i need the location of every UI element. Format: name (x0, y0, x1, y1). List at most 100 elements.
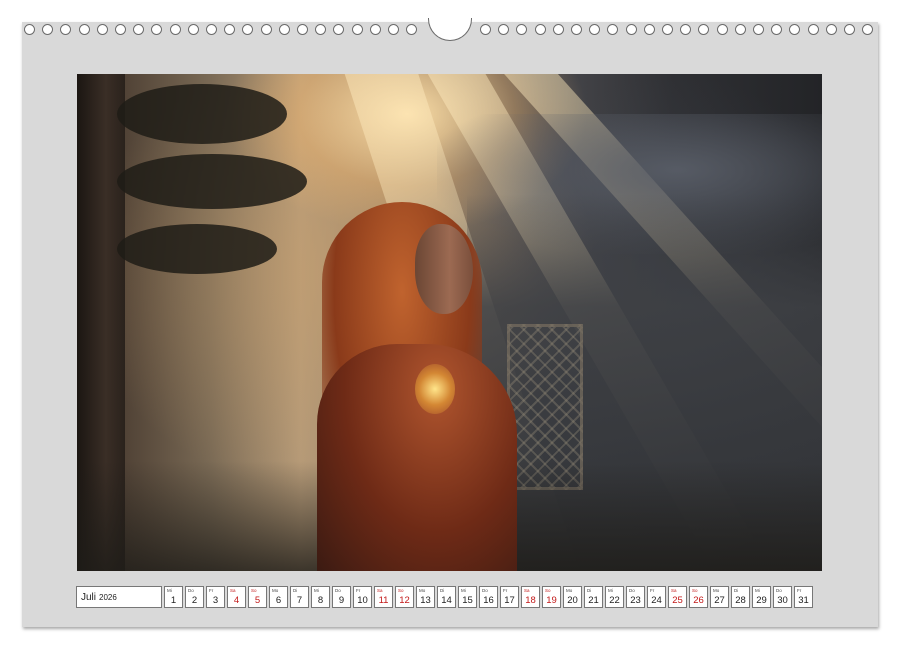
day-number: 14 (441, 595, 452, 606)
wire-binding-hole-icon (734, 24, 746, 35)
wire-binding-hole-icon (807, 24, 819, 35)
wire-binding-hole-icon (42, 24, 54, 35)
wire-binding-hole-icon (351, 24, 363, 35)
day-cell: Do 2 (185, 586, 204, 608)
day-number: 7 (296, 595, 303, 606)
wire-binding-hole-icon (278, 24, 290, 35)
wire-binding-hole-icon (498, 24, 510, 35)
day-number: 18 (525, 595, 536, 606)
weekday-label: Do (776, 588, 782, 593)
weekday-label: Di (734, 588, 739, 593)
wire-binding-hole-icon (96, 24, 108, 35)
day-number: 28 (735, 595, 746, 606)
weekday-label: Mi (461, 588, 466, 593)
day-number: 22 (609, 595, 620, 606)
wire-binding-hole-icon (862, 24, 874, 35)
month-label-box: Juli 2026 (76, 586, 162, 608)
wire-binding-hole-icon (224, 24, 236, 35)
day-number: 19 (546, 595, 557, 606)
day-cell: Sa 25 (668, 586, 687, 608)
weekday-label: Sa (524, 588, 530, 593)
weekday-label: Fr (650, 588, 655, 593)
day-number: 29 (756, 595, 767, 606)
wire-binding-hole-icon (480, 24, 491, 35)
day-number: 23 (630, 595, 641, 606)
wire-binding-hole-icon (680, 24, 692, 35)
day-cell: Mo 13 (416, 586, 435, 608)
wire-binding-hole-icon (716, 24, 728, 35)
day-number: 3 (212, 595, 219, 606)
wire-binding-hole-icon (60, 24, 72, 35)
day-cell: Di 28 (731, 586, 750, 608)
day-number: 26 (693, 595, 704, 606)
pine-bough (117, 154, 307, 209)
day-number: 4 (233, 595, 240, 606)
wire-binding-hole-icon (607, 24, 619, 35)
day-number: 15 (462, 595, 473, 606)
day-number: 20 (567, 595, 578, 606)
wire-binding-hole-icon (534, 24, 546, 35)
day-cell: Mo 20 (563, 586, 582, 608)
day-cell: Mi 29 (752, 586, 771, 608)
wire-binding-hole-icon (388, 24, 399, 35)
wire-binding-hole-icon (206, 24, 217, 35)
weekday-label: Mi (314, 588, 319, 593)
day-cell: Di 7 (290, 586, 309, 608)
weekday-label: Di (440, 588, 445, 593)
weekday-label: Do (335, 588, 341, 593)
wire-binding-hole-icon (78, 24, 90, 35)
wire-binding-hole-icon (242, 24, 254, 35)
weekday-label: Mo (566, 588, 573, 593)
day-cell: Mo 6 (269, 586, 288, 608)
weekday-label: So (692, 588, 698, 593)
day-cell: Fr 24 (647, 586, 666, 608)
weekday-label: Fr (503, 588, 508, 593)
day-number: 10 (357, 595, 368, 606)
day-cell: Fr 31 (794, 586, 813, 608)
day-cell: Sa 4 (227, 586, 246, 608)
day-number: 5 (254, 595, 261, 606)
weekday-label: So (398, 588, 404, 593)
wire-binding-hole-icon (297, 24, 308, 35)
day-number: 30 (777, 595, 788, 606)
day-cell: So 12 (395, 586, 414, 608)
amulet-glow (415, 364, 455, 414)
weekday-label: Fr (797, 588, 802, 593)
wire-binding-hole-icon (698, 24, 710, 35)
wire-binding-hole-icon (133, 24, 145, 35)
day-number: 1 (170, 595, 177, 606)
day-cell: Fr 10 (353, 586, 372, 608)
weekday-label: Do (629, 588, 635, 593)
weekday-label: Mi (608, 588, 613, 593)
wire-binding-hole-icon (169, 24, 181, 35)
weekday-label: Mo (272, 588, 279, 593)
wire-binding-hole-icon (589, 24, 601, 35)
weekday-label: Sa (671, 588, 677, 593)
wire-binding-hole-icon (753, 24, 764, 35)
day-number: 21 (588, 595, 599, 606)
wire-binding-hole-icon (24, 24, 35, 35)
day-number: 6 (275, 595, 282, 606)
day-cell: Do 23 (626, 586, 645, 608)
weekday-label: Mo (713, 588, 720, 593)
weekday-label: Fr (209, 588, 214, 593)
pine-bough (117, 84, 287, 144)
wire-binding-hole-icon (625, 24, 637, 35)
weekday-label: Sa (377, 588, 383, 593)
weekday-label: Mo (419, 588, 426, 593)
day-number: 27 (714, 595, 725, 606)
weekday-label: Do (482, 588, 488, 593)
day-number: 16 (483, 595, 494, 606)
day-cell: Mi 1 (164, 586, 183, 608)
day-number: 9 (338, 595, 345, 606)
pine-bough (117, 224, 277, 274)
wire-binding-hole-icon (151, 24, 163, 35)
calendar-strip: Juli 2026 Mi 1 Do 2 Fr 3 Sa 4 So 5 Mo 6 Di 7 Mi 8 Do 9 Fr 1… (76, 586, 823, 610)
day-cell: Do 9 (332, 586, 351, 608)
wire-binding-hole-icon (260, 24, 272, 35)
day-number: 2 (191, 595, 198, 606)
wire-binding-hole-icon (662, 24, 673, 35)
day-number: 8 (317, 595, 324, 606)
weekday-label: So (545, 588, 551, 593)
woman-face (415, 224, 473, 314)
